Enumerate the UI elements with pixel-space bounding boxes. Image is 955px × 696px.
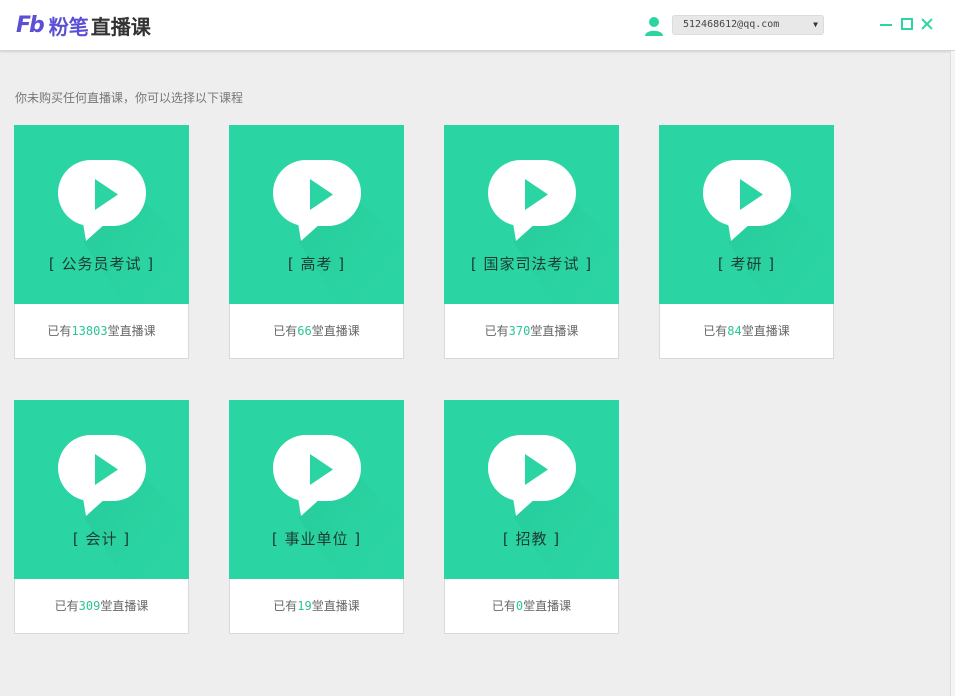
count-suffix: 堂直播课 xyxy=(311,324,360,338)
empty-notice: 你未购买任何直播课，你可以选择以下课程 xyxy=(15,91,244,105)
count-suffix: 堂直播课 xyxy=(311,599,360,613)
minimize-icon[interactable] xyxy=(879,17,893,31)
count-prefix: 已有 xyxy=(47,324,72,338)
course-count-label: 已有66堂直播课 xyxy=(230,304,403,358)
course-count: 19 xyxy=(297,599,312,613)
close-icon[interactable] xyxy=(920,17,934,31)
count-suffix: 堂直播课 xyxy=(100,599,149,613)
course-card[interactable]: [ 高考 ] 已有66堂直播课 xyxy=(229,125,404,359)
course-title: [ 事业单位 ] xyxy=(271,530,362,548)
course-card[interactable]: [ 会计 ] 已有309堂直播课 xyxy=(14,400,189,634)
course-count-label: 已有19堂直播课 xyxy=(230,579,403,633)
course-count: 370 xyxy=(508,324,531,338)
count-suffix: 堂直播课 xyxy=(107,324,156,338)
course-card-banner: [ 高考 ] xyxy=(229,125,404,304)
course-card-banner: [ 事业单位 ] xyxy=(229,400,404,579)
chevron-down-icon: ▼ xyxy=(813,20,818,29)
course-card[interactable]: [ 国家司法考试 ] 已有370堂直播课 xyxy=(444,125,619,359)
title-bar: Fb 粉笔 直播课 512468612@qq.com ▼ xyxy=(0,0,955,51)
course-card-banner: [ 招教 ] xyxy=(444,400,619,579)
play-bubble-icon xyxy=(58,160,189,304)
count-prefix: 已有 xyxy=(484,324,509,338)
course-title: [ 招教 ] xyxy=(502,530,561,548)
count-prefix: 已有 xyxy=(273,324,298,338)
course-card-banner: [ 会计 ] xyxy=(14,400,189,579)
course-count-label: 已有13803堂直播课 xyxy=(15,304,188,358)
play-bubble-icon xyxy=(58,435,189,579)
count-prefix: 已有 xyxy=(273,599,298,613)
logo-mark: Fb xyxy=(16,12,45,38)
course-title: [ 考研 ] xyxy=(717,255,776,273)
count-prefix: 已有 xyxy=(491,599,516,613)
course-count: 309 xyxy=(78,599,101,613)
play-bubble-icon xyxy=(273,435,404,579)
logo-product: 直播课 xyxy=(90,14,151,39)
course-card-banner: [ 国家司法考试 ] xyxy=(444,125,619,304)
count-prefix: 已有 xyxy=(54,599,79,613)
count-suffix: 堂直播课 xyxy=(523,599,572,613)
course-count-label: 已有84堂直播课 xyxy=(660,304,833,358)
course-card[interactable]: [ 公务员考试 ] 已有13803堂直播课 xyxy=(14,125,189,359)
course-title: [ 高考 ] xyxy=(287,255,346,273)
course-card-banner: [ 考研 ] xyxy=(659,125,834,304)
count-suffix: 堂直播课 xyxy=(741,324,790,338)
course-count-label: 已有370堂直播课 xyxy=(445,304,618,358)
course-title: [ 会计 ] xyxy=(72,530,131,548)
maximize-icon[interactable] xyxy=(900,17,914,31)
course-count-label: 已有309堂直播课 xyxy=(15,579,188,633)
user-icon xyxy=(645,17,663,36)
play-bubble-icon xyxy=(488,160,619,304)
course-count: 66 xyxy=(297,324,312,338)
course-title: [ 公务员考试 ] xyxy=(48,255,155,273)
logo-brand: 粉笔 xyxy=(48,14,89,39)
course-count: 84 xyxy=(727,324,742,338)
play-bubble-icon xyxy=(703,160,834,304)
account-email: 512468612@qq.com xyxy=(683,19,780,30)
course-card[interactable]: [ 招教 ] 已有0堂直播课 xyxy=(444,400,619,634)
course-count: 13803 xyxy=(71,324,108,338)
scrollbar[interactable] xyxy=(950,51,955,696)
course-count-label: 已有0堂直播课 xyxy=(445,579,618,633)
course-card[interactable]: [ 事业单位 ] 已有19堂直播课 xyxy=(229,400,404,634)
count-suffix: 堂直播课 xyxy=(530,324,579,338)
account-select[interactable]: 512468612@qq.com ▼ xyxy=(672,15,824,35)
play-bubble-icon xyxy=(488,435,619,579)
course-card[interactable]: [ 考研 ] 已有84堂直播课 xyxy=(659,125,834,359)
app-logo: Fb 粉笔 直播课 xyxy=(16,9,151,41)
course-card-banner: [ 公务员考试 ] xyxy=(14,125,189,304)
course-title: [ 国家司法考试 ] xyxy=(470,255,593,273)
count-prefix: 已有 xyxy=(703,324,728,338)
play-bubble-icon xyxy=(273,160,404,304)
